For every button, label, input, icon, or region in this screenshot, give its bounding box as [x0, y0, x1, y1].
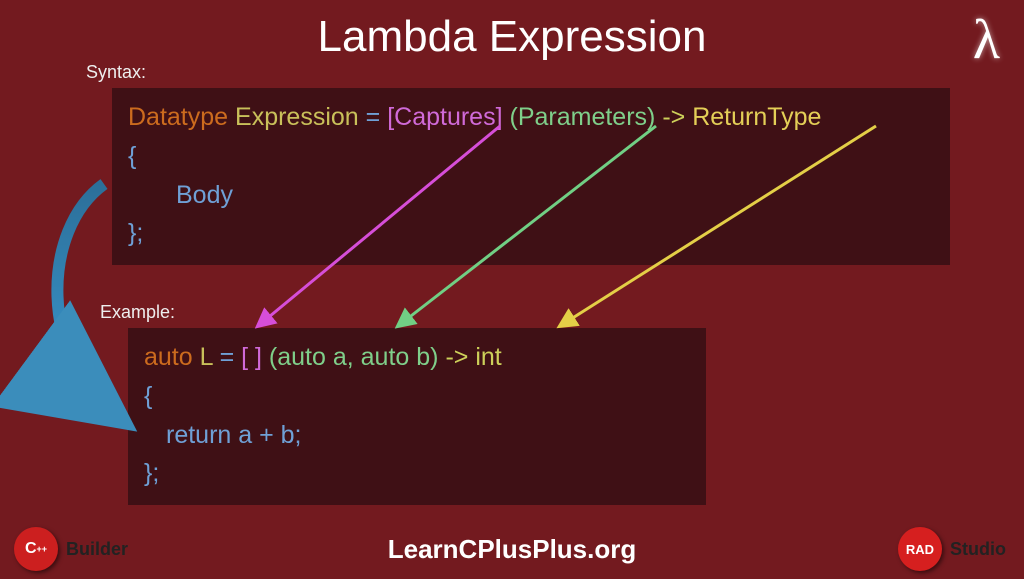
- example-line-2: {: [144, 377, 690, 416]
- example-line-4: };: [144, 454, 690, 493]
- site-url: LearnCPlusPlus.org: [0, 534, 1024, 565]
- example-label: Example:: [100, 302, 175, 323]
- rad-studio-text: Studio: [950, 539, 1006, 560]
- token-returntype: ReturnType: [692, 103, 821, 131]
- token-close-brace: };: [128, 219, 143, 247]
- token-var-L: L: [200, 343, 213, 371]
- lambda-icon: λ: [973, 8, 1000, 72]
- token-params-2: (auto a, auto b): [269, 343, 439, 371]
- token-expression: Expression: [235, 103, 359, 131]
- token-equals: =: [366, 103, 381, 131]
- token-open-brace-2: {: [144, 382, 152, 410]
- token-close-brace-2: };: [144, 459, 159, 487]
- example-line-3: return a + b;: [144, 416, 690, 455]
- token-captures-2: [ ]: [241, 343, 262, 371]
- token-auto: auto: [144, 343, 193, 371]
- token-datatype: Datatype: [128, 103, 228, 131]
- example-code-box: auto L = [ ] (auto a, auto b) -> int { r…: [128, 328, 706, 505]
- page-title: Lambda Expression: [0, 12, 1024, 62]
- example-line-1: auto L = [ ] (auto a, auto b) -> int: [144, 338, 690, 377]
- footer: C++ Builder LearnCPlusPlus.org RAD Studi…: [0, 519, 1024, 579]
- syntax-code-box: Datatype Expression = [Captures] (Parame…: [112, 88, 950, 265]
- rad-studio-badge: RAD Studio: [898, 527, 1006, 571]
- token-equals-2: =: [220, 343, 235, 371]
- syntax-label: Syntax:: [86, 62, 146, 83]
- token-int: int: [475, 343, 501, 371]
- rad-studio-icon: RAD: [898, 527, 942, 571]
- syntax-line-4: };: [128, 214, 934, 253]
- arrow-body: [57, 184, 116, 416]
- token-return-body: return a + b;: [166, 421, 302, 449]
- token-arrow: ->: [662, 103, 685, 131]
- syntax-line-2: {: [128, 137, 934, 176]
- token-arrow-2: ->: [445, 343, 468, 371]
- token-open-brace: {: [128, 142, 136, 170]
- token-body: Body: [176, 181, 233, 209]
- token-captures: [Captures]: [387, 103, 502, 131]
- syntax-line-1: Datatype Expression = [Captures] (Parame…: [128, 98, 934, 137]
- syntax-line-3: Body: [128, 176, 934, 215]
- token-parameters: (Parameters): [510, 103, 656, 131]
